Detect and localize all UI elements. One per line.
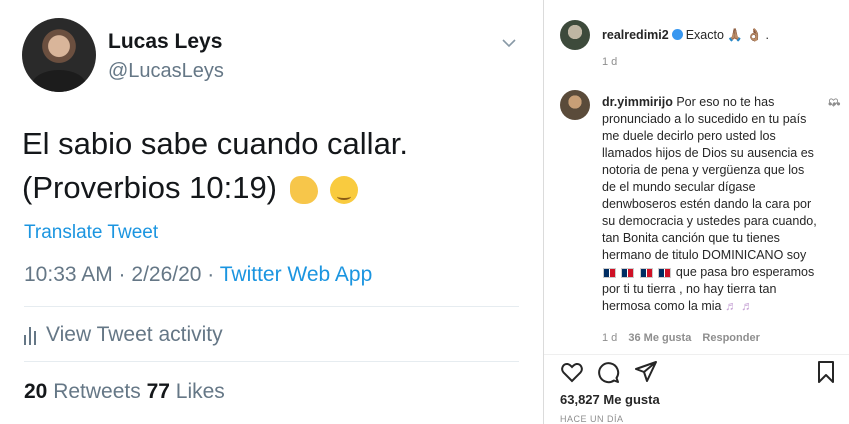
waving-hand-icon — [289, 175, 318, 204]
chevron-down-icon[interactable] — [502, 36, 516, 50]
music-note-icon: ♬ ♬ — [724, 299, 754, 313]
likes-total[interactable]: 63,827 Me gusta — [560, 392, 660, 407]
source-app-link[interactable]: Twitter Web App — [220, 263, 373, 286]
verified-badge-icon — [671, 29, 683, 40]
tweet-meta: 10:33 AM · 2/26/20 · Twitter Web App — [24, 263, 372, 287]
view-tweet-activity-button[interactable]: View Tweet activity — [24, 323, 223, 347]
dominican-flag-icon — [639, 267, 653, 278]
instagram-comments-panel: realredimi2 Exacto 🙏🏽 👌🏽 . 1 d dr.yimmiri… — [543, 0, 849, 424]
avatar[interactable] — [560, 90, 590, 120]
tweet-stats: 20 Retweets 77 Likes — [24, 380, 225, 404]
dominican-flag-icon — [603, 267, 616, 278]
tweet-text-line-1: El sabio sabe cuando callar. — [22, 126, 409, 161]
heart-icon[interactable] — [829, 98, 838, 107]
post-age: 1 d — [602, 56, 618, 68]
dominican-flag-icon — [621, 267, 635, 278]
comment-text: Por eso no te has pronunciado a lo suced… — [602, 95, 817, 262]
comment-meta: 1 d 36 Me gusta Responder — [602, 332, 760, 344]
author-handle[interactable]: @LucasLeys — [108, 60, 224, 83]
tweet-card: Lucas Leys @LucasLeys El sabio sabe cuan… — [0, 0, 543, 424]
tweet-text-line-2: (Proverbios 10:19) — [22, 170, 278, 205]
retweets-label[interactable]: Retweets — [47, 380, 146, 403]
divider — [24, 306, 519, 307]
comment-username[interactable]: dr.yimmirijo — [602, 95, 673, 109]
post-username[interactable]: realredimi2 — [602, 28, 669, 42]
post-timestamp: HACE UN DÍA — [560, 414, 624, 424]
likes-count[interactable]: 77 — [147, 380, 170, 403]
comment-icon[interactable] — [596, 360, 620, 384]
comment-age: 1 d — [602, 332, 618, 344]
translate-tweet-link[interactable]: Translate Tweet — [24, 222, 158, 244]
divider — [544, 354, 849, 355]
dominican-flag-icon — [658, 267, 672, 278]
avatar[interactable] — [22, 18, 96, 92]
caption-text: Exacto 🙏🏽 👌🏽 . — [685, 28, 769, 42]
avatar[interactable] — [560, 20, 590, 50]
divider — [24, 361, 519, 362]
likes-label[interactable]: Likes — [170, 380, 225, 403]
comment-likes[interactable]: 36 Me gusta — [628, 332, 691, 344]
tweet-text: El sabio sabe cuando callar. (Proverbios… — [22, 122, 522, 210]
tweet-timestamp[interactable]: 10:33 AM · 2/26/20 · — [24, 263, 220, 286]
comment: dr.yimmirijo Por eso no te has pronuncia… — [602, 94, 817, 315]
winking-face-icon — [330, 175, 359, 204]
bookmark-icon[interactable] — [814, 360, 838, 384]
reply-button[interactable]: Responder — [702, 332, 759, 344]
retweets-count[interactable]: 20 — [24, 380, 47, 403]
post-caption: realredimi2 Exacto 🙏🏽 👌🏽 . — [602, 27, 837, 44]
analytics-icon — [24, 325, 36, 345]
share-icon[interactable] — [634, 360, 658, 384]
author-name[interactable]: Lucas Leys — [108, 30, 222, 54]
activity-label: View Tweet activity — [46, 323, 223, 346]
heart-icon[interactable] — [560, 360, 584, 384]
